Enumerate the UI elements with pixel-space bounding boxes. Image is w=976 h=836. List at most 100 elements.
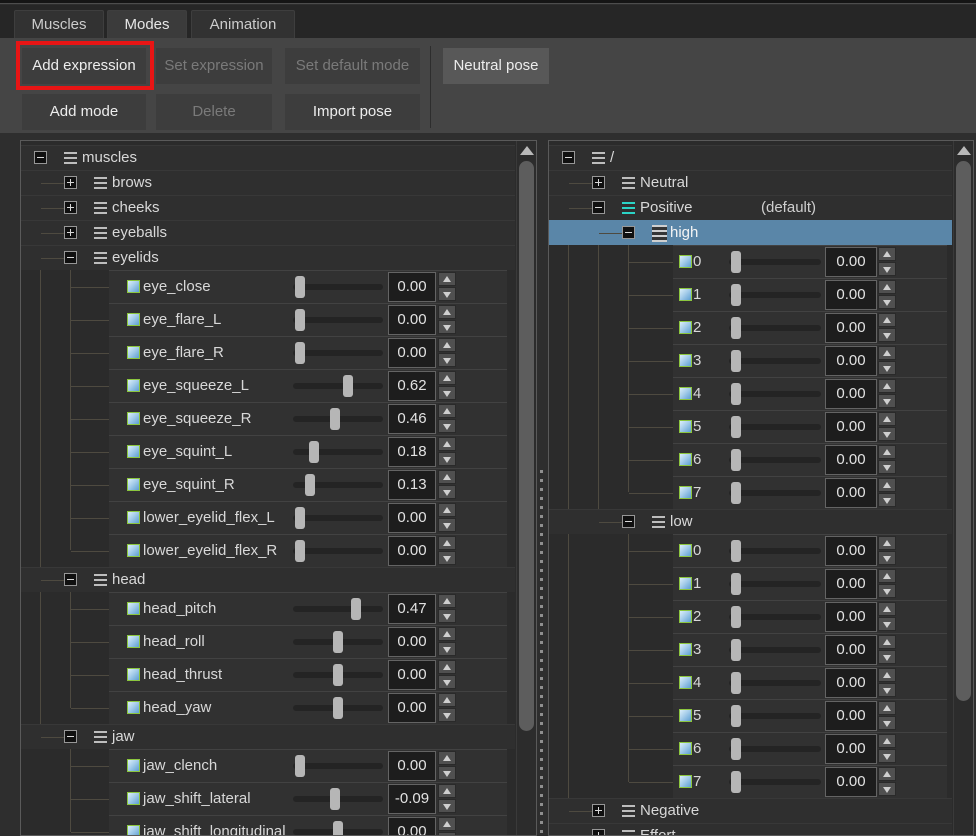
muscle-value-input[interactable]: 0.00 bbox=[825, 478, 877, 508]
muscle-enabled-checkbox[interactable] bbox=[127, 313, 140, 326]
muscle-value-slider[interactable] bbox=[729, 765, 821, 798]
tree-item-row[interactable]: jaw_shift_longitudinal0.00 bbox=[21, 815, 515, 835]
tree-item-row[interactable]: eye_close0.00 bbox=[21, 270, 515, 303]
muscle-enabled-checkbox[interactable] bbox=[127, 544, 140, 557]
spin-down-button[interactable] bbox=[878, 427, 896, 441]
tree-group-row[interactable]: Neutral bbox=[549, 170, 952, 195]
spin-up-button[interactable] bbox=[438, 272, 456, 286]
slider-handle[interactable] bbox=[351, 598, 361, 620]
muscle-value-slider[interactable] bbox=[729, 278, 821, 311]
spin-down-button[interactable] bbox=[438, 353, 456, 367]
muscle-value-slider[interactable] bbox=[293, 749, 383, 782]
expand-plus-toggle[interactable] bbox=[64, 201, 77, 214]
slider-handle[interactable] bbox=[731, 639, 741, 661]
spin-up-button[interactable] bbox=[438, 470, 456, 484]
tree-item-row[interactable]: eye_squeeze_L0.62 bbox=[21, 369, 515, 402]
spin-down-button[interactable] bbox=[878, 328, 896, 342]
slider-handle[interactable] bbox=[731, 771, 741, 793]
muscle-value-input[interactable]: 0.18 bbox=[388, 437, 436, 467]
muscle-value-slider[interactable] bbox=[729, 699, 821, 732]
spin-up-button[interactable] bbox=[878, 379, 896, 393]
collapse-minus-toggle[interactable] bbox=[64, 730, 77, 743]
slider-handle[interactable] bbox=[333, 664, 343, 686]
tree-group-row[interactable]: Effort bbox=[549, 823, 952, 835]
vertical-scrollbar[interactable] bbox=[516, 141, 536, 835]
muscle-value-input[interactable]: 0.00 bbox=[825, 734, 877, 764]
muscle-enabled-checkbox[interactable] bbox=[127, 792, 140, 805]
slider-handle[interactable] bbox=[731, 449, 741, 471]
expand-plus-toggle[interactable] bbox=[64, 176, 77, 189]
slider-handle[interactable] bbox=[295, 755, 305, 777]
expand-plus-toggle[interactable] bbox=[592, 829, 605, 836]
add-mode-button[interactable]: Add mode bbox=[22, 94, 146, 130]
muscle-enabled-checkbox[interactable] bbox=[679, 775, 692, 788]
muscle-value-slider[interactable] bbox=[293, 402, 383, 435]
slider-handle[interactable] bbox=[305, 474, 315, 496]
muscle-value-input[interactable]: 0.00 bbox=[388, 503, 436, 533]
collapse-minus-toggle[interactable] bbox=[64, 573, 77, 586]
slider-handle[interactable] bbox=[333, 697, 343, 719]
import-pose-button[interactable]: Import pose bbox=[285, 94, 420, 130]
muscle-enabled-checkbox[interactable] bbox=[679, 676, 692, 689]
muscle-value-input[interactable]: 0.00 bbox=[825, 379, 877, 409]
spin-down-button[interactable] bbox=[438, 675, 456, 689]
panel-splitter[interactable] bbox=[540, 470, 543, 836]
muscle-enabled-checkbox[interactable] bbox=[127, 346, 140, 359]
muscle-value-input[interactable]: 0.00 bbox=[388, 272, 436, 302]
slider-handle[interactable] bbox=[343, 375, 353, 397]
slider-handle[interactable] bbox=[731, 317, 741, 339]
spin-down-button[interactable] bbox=[438, 609, 456, 623]
muscle-value-slider[interactable] bbox=[293, 468, 383, 501]
tree-item-row[interactable]: 10.00 bbox=[549, 567, 952, 600]
spin-down-button[interactable] bbox=[438, 766, 456, 780]
spin-down-button[interactable] bbox=[878, 493, 896, 507]
muscle-value-input[interactable]: 0.00 bbox=[825, 536, 877, 566]
tab-muscles[interactable]: Muscles bbox=[14, 10, 104, 38]
spin-down-button[interactable] bbox=[438, 799, 456, 813]
muscle-enabled-checkbox[interactable] bbox=[679, 643, 692, 656]
spin-up-button[interactable] bbox=[438, 305, 456, 319]
collapse-minus-toggle[interactable] bbox=[622, 226, 635, 239]
tree-group-row[interactable]: low bbox=[549, 509, 952, 534]
muscle-value-input[interactable]: 0.00 bbox=[825, 247, 877, 277]
muscle-enabled-checkbox[interactable] bbox=[127, 635, 140, 648]
muscle-value-input[interactable]: -0.09 bbox=[388, 784, 436, 814]
slider-handle[interactable] bbox=[295, 342, 305, 364]
scrollbar-up-arrow[interactable] bbox=[520, 146, 534, 155]
tree-item-row[interactable]: 70.00 bbox=[549, 765, 952, 798]
spin-up-button[interactable] bbox=[438, 751, 456, 765]
muscle-value-input[interactable]: 0.00 bbox=[388, 660, 436, 690]
muscle-value-slider[interactable] bbox=[729, 476, 821, 509]
slider-handle[interactable] bbox=[330, 788, 340, 810]
spin-down-button[interactable] bbox=[438, 320, 456, 334]
muscle-value-input[interactable]: 0.00 bbox=[388, 536, 436, 566]
spin-up-button[interactable] bbox=[878, 313, 896, 327]
muscle-value-slider[interactable] bbox=[293, 658, 383, 691]
muscle-enabled-checkbox[interactable] bbox=[679, 577, 692, 590]
muscle-enabled-checkbox[interactable] bbox=[679, 742, 692, 755]
spin-up-button[interactable] bbox=[878, 668, 896, 682]
muscle-value-slider[interactable] bbox=[729, 567, 821, 600]
muscle-enabled-checkbox[interactable] bbox=[127, 759, 140, 772]
collapse-minus-toggle[interactable] bbox=[34, 151, 47, 164]
expand-plus-toggle[interactable] bbox=[592, 804, 605, 817]
muscle-value-input[interactable]: 0.00 bbox=[388, 305, 436, 335]
muscle-enabled-checkbox[interactable] bbox=[127, 280, 140, 293]
collapse-minus-toggle[interactable] bbox=[64, 251, 77, 264]
spin-up-button[interactable] bbox=[438, 627, 456, 641]
muscle-value-input[interactable]: 0.00 bbox=[825, 412, 877, 442]
muscle-value-input[interactable]: 0.00 bbox=[825, 569, 877, 599]
muscle-enabled-checkbox[interactable] bbox=[127, 511, 140, 524]
spin-up-button[interactable] bbox=[438, 594, 456, 608]
muscle-value-input[interactable]: 0.00 bbox=[825, 767, 877, 797]
muscle-value-input[interactable]: 0.13 bbox=[388, 470, 436, 500]
muscle-enabled-checkbox[interactable] bbox=[127, 701, 140, 714]
spin-down-button[interactable] bbox=[878, 394, 896, 408]
muscle-enabled-checkbox[interactable] bbox=[679, 288, 692, 301]
muscle-enabled-checkbox[interactable] bbox=[127, 602, 140, 615]
scrollbar-up-arrow[interactable] bbox=[957, 146, 971, 155]
tree-item-row[interactable]: 10.00 bbox=[549, 278, 952, 311]
muscle-value-input[interactable]: 0.00 bbox=[825, 346, 877, 376]
muscle-value-slider[interactable] bbox=[293, 336, 383, 369]
spin-down-button[interactable] bbox=[878, 683, 896, 697]
